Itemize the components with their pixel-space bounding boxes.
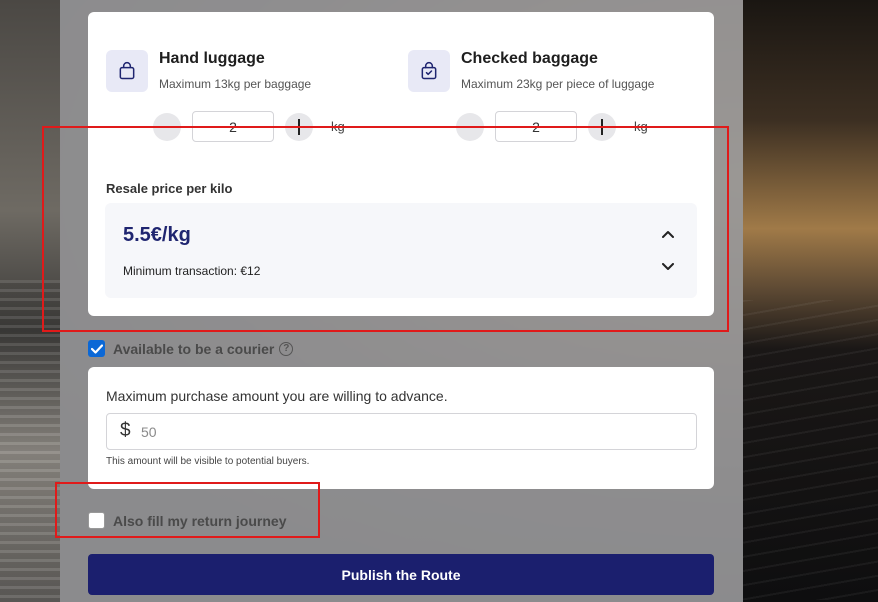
return-journey-checkbox-row[interactable]: Also fill my return journey	[88, 512, 286, 529]
shopping-bag-icon	[106, 50, 148, 92]
publish-route-button[interactable]: Publish the Route	[88, 554, 714, 595]
max-purchase-label: Maximum purchase amount you are willing …	[106, 388, 448, 404]
luggage-card: Hand luggage Maximum 13kg per baggage Ch…	[88, 12, 714, 316]
courier-checkbox-row[interactable]: Available to be a courier ?	[88, 340, 294, 357]
max-purchase-field[interactable]: $	[106, 413, 697, 450]
background-right-edge	[743, 0, 878, 602]
hand-luggage-subtitle: Maximum 13kg per baggage	[159, 77, 312, 91]
checked-baggage-subtitle: Maximum 23kg per piece of luggage	[461, 77, 655, 91]
resale-price-label: Resale price per kilo	[106, 181, 233, 196]
return-journey-checkbox[interactable]	[88, 512, 105, 529]
chevron-up-icon[interactable]	[658, 227, 678, 241]
check-icon	[90, 343, 103, 354]
hand-luggage-increment-button[interactable]	[285, 113, 313, 141]
chevron-down-icon[interactable]	[658, 260, 678, 274]
return-journey-checkbox-label: Also fill my return journey	[113, 512, 287, 529]
courier-checkbox-label: Available to be a courier	[113, 340, 275, 357]
plus-icon	[601, 119, 603, 135]
hand-luggage-unit: kg	[331, 119, 345, 134]
checked-baggage-decrement-button[interactable]	[456, 113, 484, 141]
background-left-edge	[0, 0, 60, 602]
courier-checkbox[interactable]	[88, 340, 105, 357]
hand-luggage-title: Hand luggage	[159, 50, 265, 67]
max-purchase-note: This amount will be visible to potential…	[106, 456, 310, 467]
dollar-icon: $	[120, 420, 131, 441]
checked-baggage-title: Checked baggage	[461, 50, 598, 67]
resale-price-selector[interactable]: 5.5€/kg Minimum transaction: €12	[105, 203, 697, 298]
plus-icon	[298, 119, 300, 135]
hand-luggage-decrement-button[interactable]	[153, 113, 181, 141]
courier-card: Maximum purchase amount you are willing …	[88, 367, 714, 489]
max-purchase-input[interactable]	[141, 420, 681, 444]
resale-price-value: 5.5€/kg	[123, 224, 191, 246]
checked-baggage-increment-button[interactable]	[588, 113, 616, 141]
minimum-transaction-text: Minimum transaction: €12	[123, 264, 261, 278]
help-icon[interactable]: ?	[279, 341, 294, 356]
checked-baggage-weight-input[interactable]	[495, 111, 577, 142]
checked-baggage-unit: kg	[634, 119, 648, 134]
bag-check-icon	[408, 50, 450, 92]
hand-luggage-weight-input[interactable]	[192, 111, 274, 142]
